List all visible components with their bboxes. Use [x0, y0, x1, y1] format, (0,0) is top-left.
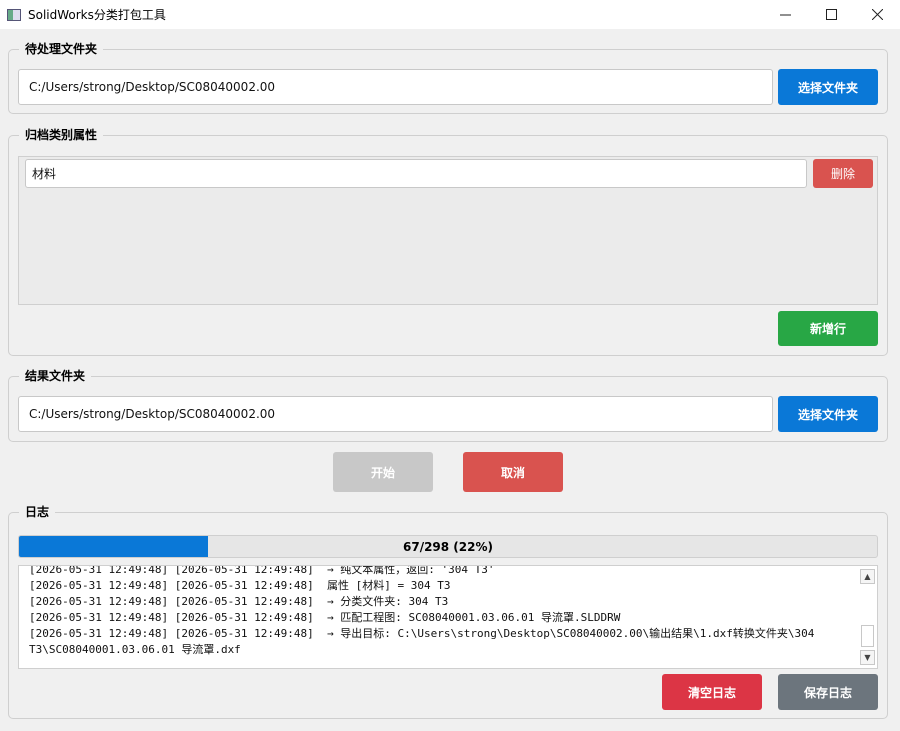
input-folder-legend: 待处理文件夹 [19, 42, 104, 56]
maximize-icon[interactable] [808, 0, 854, 29]
log-group: 日志 67/298 (22%) [2026-05-31 12:49:48] [2… [8, 505, 888, 719]
output-folder-group: 结果文件夹 C:/Users/strong/Desktop/SC08040002… [8, 369, 888, 442]
title-bar: SolidWorks分类打包工具 [0, 0, 900, 29]
output-folder-path-field[interactable]: C:/Users/strong/Desktop/SC08040002.00 [18, 396, 773, 432]
output-folder-browse-button[interactable]: 选择文件夹 [778, 396, 878, 432]
progress-text: 67/298 (22%) [403, 539, 493, 554]
input-folder-browse-button[interactable]: 选择文件夹 [778, 69, 878, 105]
close-icon[interactable] [854, 0, 900, 29]
add-row-button[interactable]: 新增行 [778, 311, 878, 346]
log-line: [2026-05-31 12:49:48] [2026-05-31 12:49:… [29, 595, 449, 608]
clear-log-button[interactable]: 清空日志 [662, 674, 762, 710]
window-title: SolidWorks分类打包工具 [28, 8, 166, 22]
category-props-group: 归档类别属性 材料 删除 新增行 [8, 128, 888, 356]
input-folder-path-field[interactable]: C:/Users/strong/Desktop/SC08040002.00 [18, 69, 773, 105]
cancel-button[interactable]: 取消 [463, 452, 563, 492]
save-log-button[interactable]: 保存日志 [778, 674, 878, 710]
scroll-down-icon[interactable]: ▼ [860, 650, 875, 665]
log-line: [2026-05-31 12:49:48] [2026-05-31 12:49:… [29, 627, 822, 656]
scroll-up-icon[interactable]: ▲ [860, 569, 875, 584]
log-legend: 日志 [19, 505, 56, 519]
log-line: [2026-05-31 12:49:48] [2026-05-31 12:49:… [29, 565, 495, 576]
log-line: [2026-05-31 12:49:48] [2026-05-31 12:49:… [29, 611, 621, 624]
output-folder-legend: 结果文件夹 [19, 369, 92, 383]
minimize-icon[interactable] [762, 0, 808, 29]
input-folder-group: 待处理文件夹 C:/Users/strong/Desktop/SC0804000… [8, 42, 888, 114]
window-controls [762, 0, 900, 29]
log-output[interactable]: [2026-05-31 12:49:48] [2026-05-31 12:49:… [18, 565, 878, 669]
category-prop-delete-button[interactable]: 删除 [813, 159, 873, 188]
category-prop-input[interactable]: 材料 [25, 159, 807, 188]
log-scrollbar[interactable]: ▲ ▼ [860, 569, 875, 665]
start-button[interactable]: 开始 [333, 452, 433, 492]
scroll-thumb[interactable] [861, 625, 874, 647]
app-icon [7, 8, 21, 21]
log-lines: [2026-05-31 12:49:48] [2026-05-31 12:49:… [29, 565, 855, 658]
category-props-legend: 归档类别属性 [19, 128, 104, 142]
progress-bar: 67/298 (22%) [18, 535, 878, 558]
log-line: [2026-05-31 12:49:48] [2026-05-31 12:49:… [29, 579, 451, 592]
category-props-list: 材料 删除 [18, 156, 878, 305]
